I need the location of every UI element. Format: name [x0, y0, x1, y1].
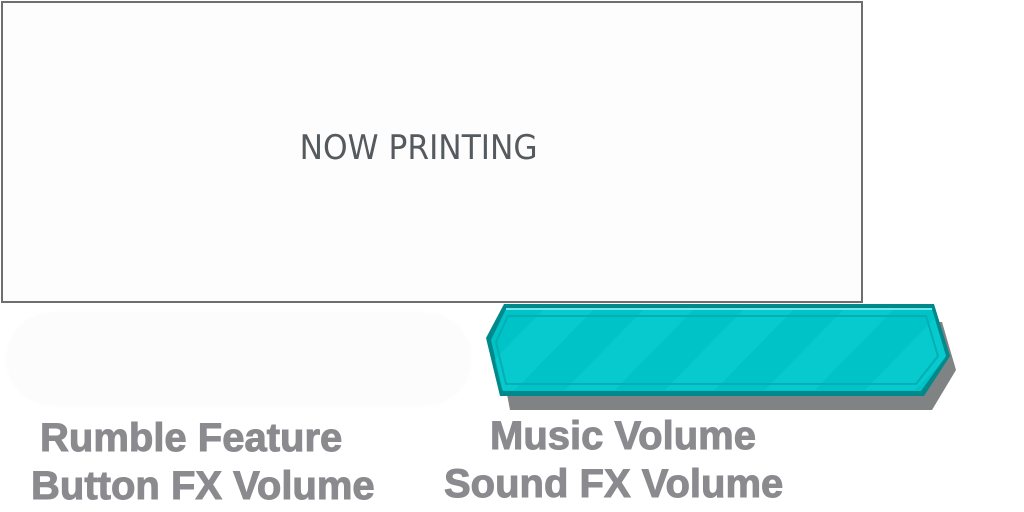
sound-fx-volume-label: Sound FX Volume — [443, 462, 784, 507]
placeholder-text: NOW PRINTING — [299, 128, 538, 168]
music-volume-bar[interactable] — [484, 300, 958, 416]
button-fx-volume-label: Button FX Volume — [31, 464, 376, 509]
rumble-feature-label: Rumble Feature — [39, 416, 343, 461]
rumble-feature-button-ghost[interactable] — [8, 314, 470, 404]
music-volume-label: Music Volume — [490, 414, 757, 459]
